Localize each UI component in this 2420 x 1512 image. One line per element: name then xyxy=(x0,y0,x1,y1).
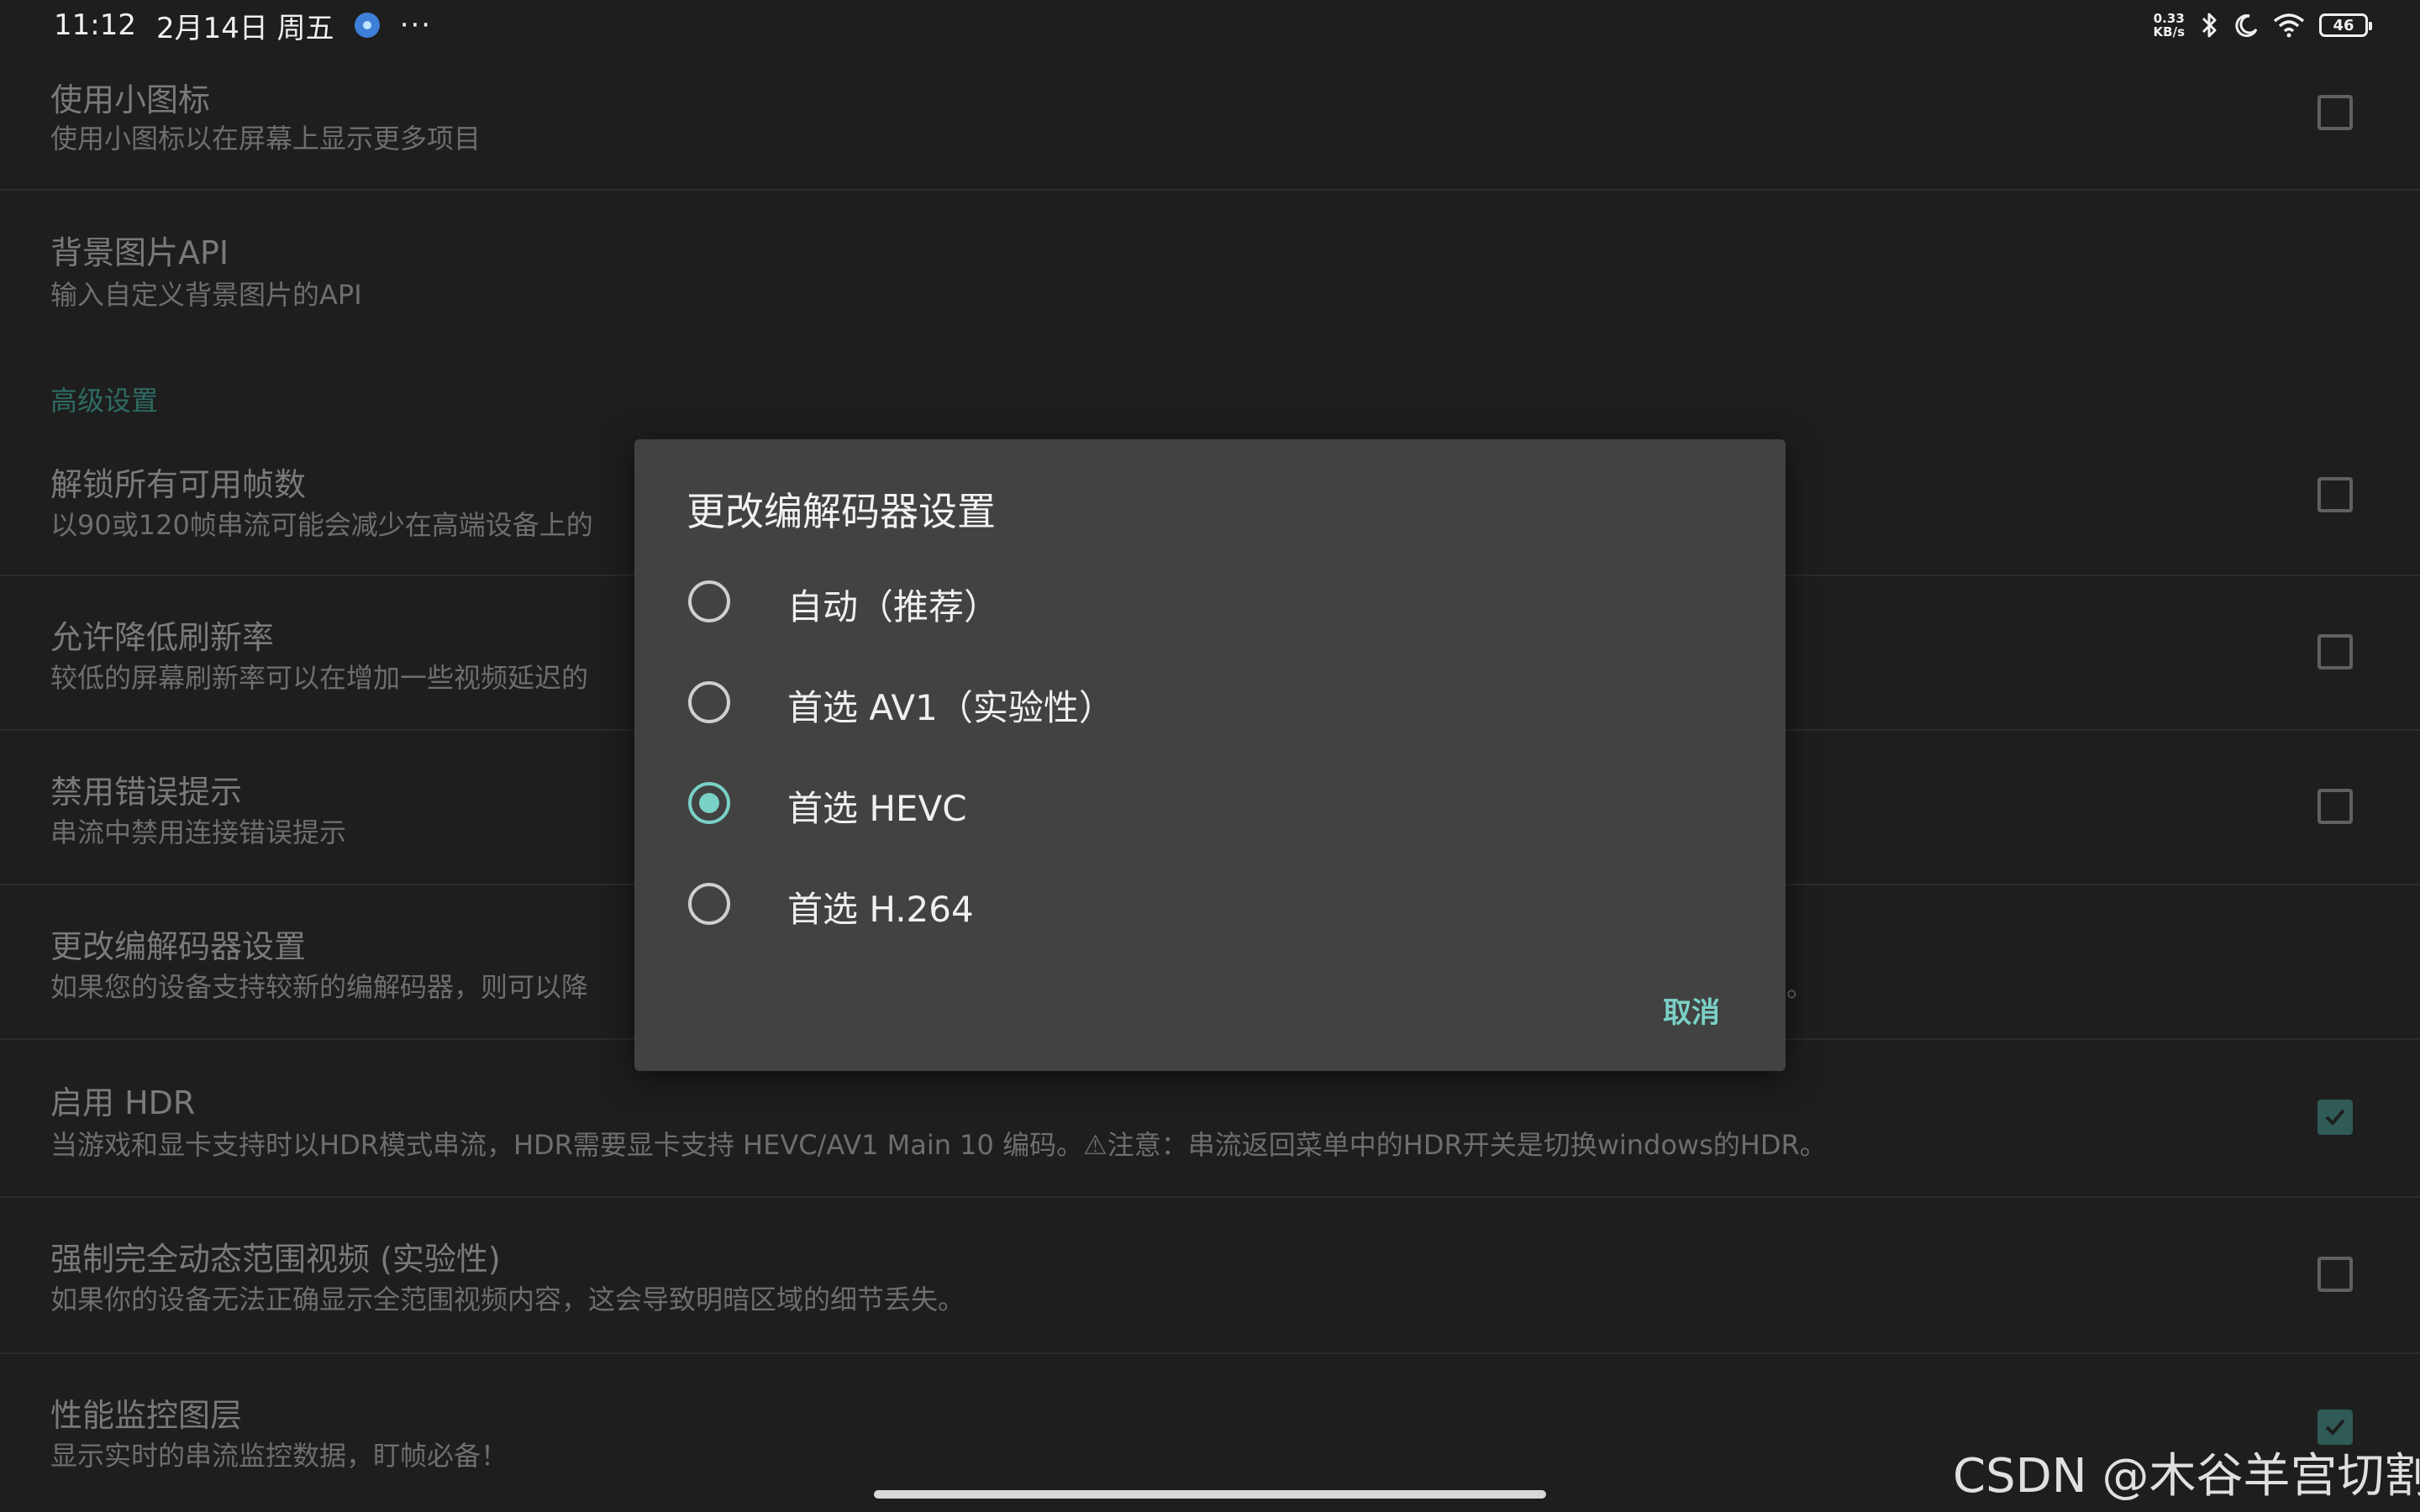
option-h264[interactable]: 首选 H.264 xyxy=(634,858,1786,950)
option-label: 首选 AV1（实验性） xyxy=(787,687,1114,728)
gesture-nav-handle[interactable] xyxy=(874,1490,1546,1499)
codec-settings-dialog: 更改编解码器设置 自动（推荐） 首选 AV1（实验性） 首选 HEVC 首选 H… xyxy=(634,439,1786,1071)
option-av1[interactable]: 首选 AV1（实验性） xyxy=(634,656,1786,748)
cancel-button[interactable]: 取消 xyxy=(1663,990,1720,1031)
radio-button[interactable] xyxy=(688,681,730,723)
radio-button-selected[interactable] xyxy=(688,782,730,824)
radio-button[interactable] xyxy=(688,883,730,925)
radio-button[interactable] xyxy=(688,580,730,622)
option-label: 自动（推荐） xyxy=(787,586,1000,627)
watermark: CSDN @木谷羊宫切割 xyxy=(1953,1449,2420,1504)
dialog-title: 更改编解码器设置 xyxy=(687,489,996,534)
option-auto[interactable]: 自动（推荐） xyxy=(634,555,1786,648)
option-hevc[interactable]: 首选 HEVC xyxy=(634,757,1786,849)
option-label: 首选 HEVC xyxy=(787,788,967,829)
option-label: 首选 H.264 xyxy=(787,889,974,930)
